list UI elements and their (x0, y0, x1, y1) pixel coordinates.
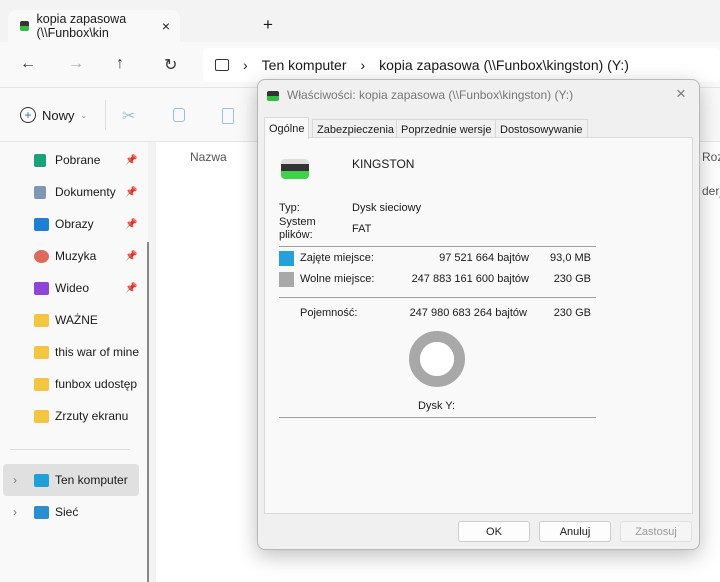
documents-icon (34, 185, 46, 199)
folder-icon (34, 345, 49, 359)
cut-icon[interactable]: ✂ (122, 106, 135, 126)
type-value: Dysk sieciowy (352, 202, 422, 214)
properties-dialog: Właściwości: kopia zapasowa (\\Funbox\ki… (257, 79, 700, 550)
used-bytes: 97 521 664 bajtów (439, 252, 529, 264)
filesystem-label: System plików: (279, 216, 316, 241)
address-bar[interactable]: › Ten komputer › kopia zapasowa (\\Funbo… (203, 48, 720, 82)
navigation-pane: Pobrane 📌 Dokumenty 📌 Obrazy 📌 Muzyka 📌 Wide… (0, 142, 148, 582)
free-label: Wolne miejsce: (300, 273, 375, 285)
tab-zabezpieczenia[interactable]: Zabezpieczenia (312, 119, 400, 139)
chevron-right-icon: › (13, 473, 17, 487)
pin-icon: 📌 (125, 282, 138, 294)
sidebar-item-siec[interactable]: › Sieć (0, 498, 140, 526)
chevron-right-icon: › (243, 57, 248, 73)
computer-icon (34, 473, 49, 487)
up-button[interactable]: ↑ (116, 55, 124, 73)
filesystem-value: FAT (352, 223, 372, 235)
sidebar-item-zrzuty-ekranu[interactable]: Zrzuty ekranu (0, 402, 140, 430)
tab-title: kopia zapasowa (\\Funbox\kin (36, 12, 127, 40)
sidebar-scrollbar[interactable] (147, 242, 149, 582)
column-header-name[interactable]: Nazwa (190, 150, 227, 164)
folder-icon (34, 377, 49, 391)
drive-name[interactable]: KINGSTON (352, 157, 414, 171)
free-human: 230 GB (553, 273, 591, 285)
download-icon (34, 153, 46, 167)
sidebar-item-this-war-of-mine[interactable]: this war of mine (0, 338, 140, 366)
apply-button[interactable]: Zastosuj (620, 521, 692, 542)
tab-dostosowywanie[interactable]: Dostosowywanie (495, 119, 588, 139)
pictures-icon (34, 217, 49, 231)
free-bytes: 247 883 161 600 bajtów (411, 273, 529, 285)
pin-icon: 📌 (125, 154, 138, 166)
capacity-human: 230 GB (553, 307, 591, 319)
sidebar-item-dokumenty[interactable]: Dokumenty 📌 (0, 178, 140, 206)
capacity-label: Pojemność: (300, 307, 358, 319)
dialog-title: Właściwości: kopia zapasowa (\\Funbox\ki… (287, 88, 574, 102)
new-button[interactable]: + Nowy ⌄ (20, 107, 87, 123)
network-icon (34, 505, 49, 519)
ok-button[interactable]: OK (458, 521, 530, 542)
sidebar-item-wazne[interactable]: WAŻNE (0, 306, 140, 334)
sidebar-item-wideo[interactable]: Wideo 📌 (0, 274, 140, 302)
tab-ogolne[interactable]: Ogólne (264, 117, 310, 139)
list-item[interactable]: der_ (702, 184, 720, 198)
paste-icon[interactable] (222, 108, 234, 124)
plus-circle-icon: + (20, 107, 36, 123)
pin-icon: 📌 (125, 218, 138, 230)
divider (279, 297, 596, 298)
music-icon (34, 249, 49, 263)
free-color-swatch (279, 272, 294, 287)
back-button[interactable]: ← (20, 55, 36, 73)
donut-hole (420, 342, 454, 376)
general-panel: KINGSTON Typ: Dysk sieciowy System plikó… (264, 137, 693, 514)
sidebar-item-pobrane[interactable]: Pobrane 📌 (0, 146, 140, 174)
used-color-swatch (279, 251, 294, 266)
close-button[interactable]: × (676, 84, 686, 104)
network-drive-icon (20, 21, 29, 31)
divider (279, 417, 596, 418)
breadcrumb-item[interactable]: kopia zapasowa (\\Funbox\kingston) (Y:) (379, 57, 629, 73)
network-drive-icon (267, 91, 279, 101)
new-label: Nowy (42, 107, 75, 123)
sidebar-item-muzyka[interactable]: Muzyka 📌 (0, 242, 140, 270)
new-tab-button[interactable]: + (263, 15, 273, 35)
divider (279, 246, 596, 247)
video-icon (34, 281, 49, 295)
sidebar-item-funbox[interactable]: funbox udostęp (0, 370, 140, 398)
used-human: 93,0 MB (550, 252, 591, 264)
usage-donut-chart (409, 331, 465, 387)
chevron-right-icon: › (13, 505, 17, 519)
used-label: Zajęte miejsce: (300, 252, 374, 264)
divider (10, 449, 130, 450)
pin-icon: 📌 (125, 250, 138, 262)
tab-close-button[interactable]: × (162, 18, 170, 34)
sidebar-item-obrazy[interactable]: Obrazy 📌 (0, 210, 140, 238)
network-drive-icon (281, 159, 309, 179)
folder-icon (34, 409, 49, 423)
breadcrumb-item[interactable]: Ten komputer (262, 57, 347, 73)
pin-icon: 📌 (125, 186, 138, 198)
chevron-right-icon: › (360, 57, 366, 73)
divider (105, 100, 106, 130)
column-header-size[interactable]: Roz (702, 150, 720, 164)
folder-icon (34, 313, 49, 327)
type-label: Typ: (279, 202, 300, 214)
refresh-button[interactable]: ↻ (164, 55, 177, 75)
chevron-down-icon: ⌄ (80, 110, 88, 120)
cancel-button[interactable]: Anuluj (539, 521, 611, 542)
tab-poprzednie-wersje[interactable]: Poprzednie wersje (396, 119, 497, 139)
sidebar-item-ten-komputer[interactable]: › Ten komputer (3, 464, 139, 496)
explorer-tab[interactable]: kopia zapasowa (\\Funbox\kin × (8, 10, 180, 42)
forward-button[interactable]: → (68, 55, 84, 73)
capacity-bytes: 247 980 683 264 bajtów (409, 307, 527, 319)
computer-icon (215, 59, 229, 71)
drive-letter-label: Dysk Y: (418, 400, 456, 412)
copy-icon[interactable] (173, 108, 185, 122)
